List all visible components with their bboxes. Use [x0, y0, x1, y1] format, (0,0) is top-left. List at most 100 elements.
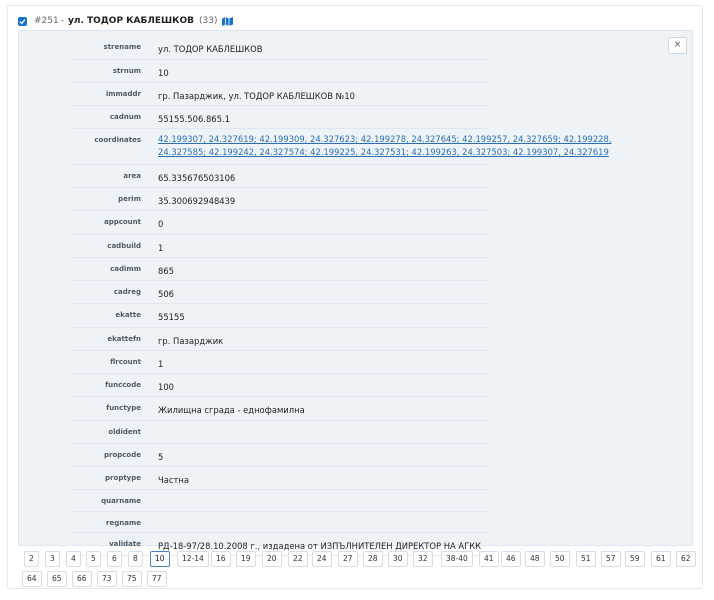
property-row-quarname: quarname: [71, 490, 489, 512]
page-button-59[interactable]: 59: [625, 551, 645, 567]
page-button-24[interactable]: 24: [312, 551, 332, 567]
property-value: [153, 490, 489, 511]
page-button-61[interactable]: 61: [651, 551, 671, 567]
property-row-strnum: strnum 10: [71, 60, 489, 83]
property-value: 55155.506.865.1: [158, 114, 230, 124]
properties-table: strename ул. ТОДОР КАБЛЕШКОВ strnum 10 immad…: [71, 36, 612, 556]
property-row-coordinates: coordinates 42.199307, 24.327619; 42.1993…: [71, 129, 612, 165]
property-key: ekatte: [115, 311, 141, 319]
property-key: appcount: [103, 218, 141, 226]
property-key: cadreg: [113, 288, 141, 296]
property-row-proptype: proptype Частна: [71, 467, 489, 490]
property-key: area: [123, 172, 141, 180]
page-button-30[interactable]: 30: [388, 551, 408, 567]
property-value: гр. Пазарджик, ул. ТОДОР КАБЛЕШКОВ №10: [158, 91, 356, 101]
property-row-appcount: appcount 0: [71, 211, 489, 235]
property-value: 35.300692948439: [158, 196, 236, 206]
record-header: #251 - ул. ТОДОР КАБЛЕШКОВ (33): [18, 12, 234, 30]
page-button-27[interactable]: 27: [338, 551, 358, 567]
page-button-41[interactable]: 41: [479, 551, 499, 567]
page-button-48[interactable]: 48: [525, 551, 545, 567]
page-button-4[interactable]: 4: [66, 551, 81, 567]
property-row-oldident: oldident: [71, 421, 489, 444]
property-key: propcode: [104, 451, 141, 459]
property-key: oldident: [108, 428, 141, 436]
page-button-8[interactable]: 8: [128, 551, 143, 567]
property-key: cadimm: [110, 265, 141, 273]
property-value: 1: [158, 359, 164, 369]
property-row-funccode: funccode 100: [71, 374, 489, 397]
check-icon: [19, 18, 26, 24]
property-key: coordinates: [94, 136, 141, 144]
property-row-propcode: propcode 5: [71, 444, 489, 467]
page-button-50[interactable]: 50: [550, 551, 570, 567]
close-button[interactable]: ×: [668, 37, 687, 54]
map-icon[interactable]: [222, 16, 234, 26]
page-button-22[interactable]: 22: [288, 551, 308, 567]
property-row-functype: functype Жилищна сграда - еднофамилна: [71, 397, 489, 421]
record-id: #251: [34, 16, 59, 26]
select-checkbox[interactable]: [18, 16, 27, 26]
property-value: [153, 421, 489, 443]
page-button-75[interactable]: 75: [122, 571, 142, 587]
property-key: cadbuild: [107, 242, 141, 250]
property-value: 55155: [158, 312, 185, 322]
page-button-46[interactable]: 46: [501, 551, 521, 567]
property-value: [153, 512, 489, 532]
property-value: Частна: [158, 475, 189, 485]
property-key: regname: [106, 519, 141, 527]
property-value: 1: [158, 243, 164, 253]
property-value: 506: [158, 289, 174, 299]
property-key: ekattefn: [107, 335, 141, 343]
property-key: functype: [106, 404, 141, 412]
property-key: perim: [118, 195, 141, 203]
page-button-32[interactable]: 32: [413, 551, 433, 567]
property-value: 10: [158, 68, 169, 78]
page-button-6[interactable]: 6: [107, 551, 122, 567]
property-value: ул. ТОДОР КАБЛЕШКОВ: [158, 44, 263, 54]
property-row-regname: regname: [71, 512, 489, 533]
page-button-20[interactable]: 20: [262, 551, 282, 567]
page-button-3[interactable]: 3: [45, 551, 60, 567]
page-button-65[interactable]: 65: [47, 571, 67, 587]
page-button-51[interactable]: 51: [576, 551, 596, 567]
property-row-perim: perim 35.300692948439: [71, 188, 489, 211]
property-row-cadnum: cadnum 55155.506.865.1: [71, 106, 489, 129]
page-button-73[interactable]: 73: [97, 571, 117, 587]
property-row-strename: strename ул. ТОДОР КАБЛЕШКОВ: [71, 36, 489, 60]
property-value: 0: [158, 219, 164, 229]
property-row-ekattefn: ekattefn гр. Пазарджик: [71, 328, 489, 351]
property-key: funccode: [105, 381, 141, 389]
page-button-66[interactable]: 66: [72, 571, 92, 587]
property-value: Жилищна сграда - еднофамилна: [158, 405, 305, 415]
property-key: proptype: [105, 474, 141, 482]
details-panel: × strename ул. ТОДОР КАБЛЕШКОВ strnum 10 imm…: [18, 30, 693, 556]
property-row-cadreg: cadreg 506: [71, 281, 489, 304]
page-button-57[interactable]: 57: [601, 551, 621, 567]
page-button-5[interactable]: 5: [86, 551, 101, 567]
property-key: flrcount: [110, 358, 141, 366]
page-button-28[interactable]: 28: [363, 551, 383, 567]
coordinates-link[interactable]: 42.199307, 24.327619; 42.199309, 24.3276…: [158, 134, 612, 157]
property-key: cadnum: [109, 113, 141, 121]
page-button-38-40[interactable]: 38-40: [441, 551, 473, 567]
page-button-19[interactable]: 19: [236, 551, 256, 567]
property-key: strnum: [112, 67, 141, 75]
property-row-area: area 65.335676503106: [71, 165, 489, 188]
property-value: 865: [158, 266, 174, 276]
page-button-2[interactable]: 2: [24, 551, 39, 567]
property-row-flrcount: flrcount 1: [71, 351, 489, 374]
page-button-16[interactable]: 16: [211, 551, 231, 567]
page-button-62[interactable]: 62: [676, 551, 696, 567]
page-button-10[interactable]: 10: [150, 551, 170, 567]
record-count: (33): [198, 16, 218, 26]
page-button-77[interactable]: 77: [147, 571, 167, 587]
property-row-cadimm: cadimm 865: [71, 258, 489, 281]
page-button-64[interactable]: 64: [22, 571, 42, 587]
header-separator: -: [60, 16, 64, 26]
property-row-cadbuild: cadbuild 1: [71, 235, 489, 258]
property-value: 65.335676503106: [158, 173, 236, 183]
property-value: 42.199307, 24.327619; 42.199309, 24.3276…: [153, 129, 633, 164]
record-title: ул. ТОДОР КАБЛЕШКОВ: [67, 16, 194, 26]
page-button-12-14[interactable]: 12-14: [177, 551, 209, 567]
